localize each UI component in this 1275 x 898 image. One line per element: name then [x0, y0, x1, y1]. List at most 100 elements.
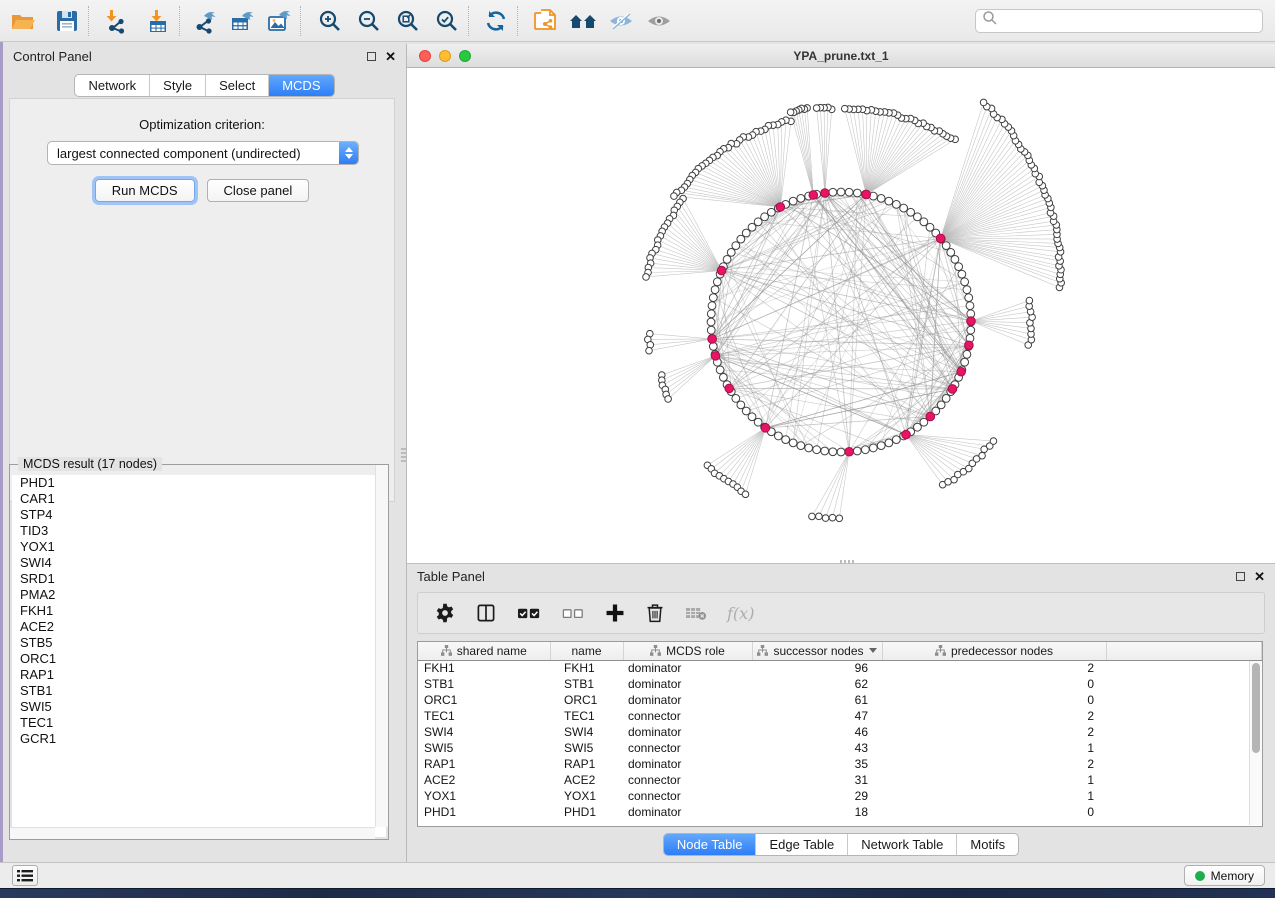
ring-node[interactable] — [719, 373, 727, 381]
export-table-icon[interactable] — [227, 6, 257, 36]
ring-node[interactable] — [963, 350, 971, 358]
mcds-result-item[interactable]: TID3 — [12, 523, 386, 539]
ring-node[interactable] — [716, 366, 724, 374]
dominator-node[interactable] — [936, 234, 945, 243]
cell-shared_name[interactable]: ORC1 — [418, 692, 550, 708]
mcds-result-item[interactable]: SWI5 — [12, 699, 386, 715]
close-panel-icon[interactable]: ✕ — [1254, 570, 1265, 583]
cell-shared_name[interactable]: TEC1 — [418, 708, 550, 724]
dominator-node[interactable] — [776, 203, 785, 212]
dominator-node[interactable] — [862, 190, 871, 199]
ring-node[interactable] — [955, 263, 963, 271]
cell-predecessor_nodes[interactable]: 1 — [882, 772, 1106, 788]
tab-network[interactable]: Network — [75, 75, 149, 96]
cell-successor_nodes[interactable]: 62 — [752, 676, 882, 692]
mcds-result-item[interactable]: STP4 — [12, 507, 386, 523]
ring-node[interactable] — [892, 436, 900, 444]
hide-selected-icon[interactable] — [606, 6, 636, 36]
mcds-list-hscrollbar[interactable] — [10, 827, 375, 839]
cell-mcds_role[interactable]: dominator — [623, 724, 752, 740]
column-header-shared_name[interactable]: shared name — [418, 642, 550, 660]
leaf-node[interactable] — [836, 515, 843, 522]
cell-name[interactable]: YOX1 — [550, 788, 623, 804]
ring-node[interactable] — [877, 442, 885, 450]
dominator-node[interactable] — [809, 191, 818, 200]
column-header-predecessor_nodes[interactable]: predecessor nodes — [882, 642, 1106, 660]
cell-mcds_role[interactable]: dominator — [623, 660, 752, 676]
cell-successor_nodes[interactable]: 47 — [752, 708, 882, 724]
split-columns-icon[interactable] — [475, 602, 497, 624]
mcds-result-item[interactable]: RAP1 — [12, 667, 386, 683]
ring-node[interactable] — [708, 302, 716, 310]
cell-mcds_role[interactable]: dominator — [623, 756, 752, 772]
ring-node[interactable] — [805, 444, 813, 452]
tab-style[interactable]: Style — [149, 75, 205, 96]
cell-mcds_role[interactable]: connector — [623, 772, 752, 788]
cell-name[interactable]: PHD1 — [550, 804, 623, 820]
search-input[interactable] — [998, 11, 1262, 31]
ring-node[interactable] — [837, 448, 845, 456]
window-maximize-icon[interactable] — [459, 50, 471, 62]
cell-mcds_role[interactable]: connector — [623, 708, 752, 724]
dominator-node[interactable] — [926, 412, 935, 421]
ring-node[interactable] — [707, 310, 715, 318]
zoom-in-icon[interactable] — [315, 6, 345, 36]
ring-node[interactable] — [797, 442, 805, 450]
run-mcds-button[interactable]: Run MCDS — [95, 179, 195, 202]
table-vscrollbar-thumb[interactable] — [1252, 663, 1260, 753]
table-row[interactable]: SWI5SWI5connector431 — [418, 740, 1262, 756]
cell-successor_nodes[interactable]: 61 — [752, 692, 882, 708]
float-panel-icon[interactable] — [1236, 572, 1245, 581]
tab-select[interactable]: Select — [205, 75, 268, 96]
cell-name[interactable]: ORC1 — [550, 692, 623, 708]
ring-node[interactable] — [947, 248, 955, 256]
ring-node[interactable] — [861, 446, 869, 454]
cell-predecessor_nodes[interactable]: 2 — [882, 756, 1106, 772]
tab-mcds[interactable]: MCDS — [268, 75, 333, 96]
refresh-view-icon[interactable] — [481, 6, 511, 36]
zoom-fit-icon[interactable] — [393, 6, 423, 36]
import-table-icon[interactable] — [143, 6, 173, 36]
ring-node[interactable] — [829, 188, 837, 196]
cell-shared_name[interactable]: FKH1 — [418, 660, 550, 676]
leaf-node[interactable] — [822, 515, 829, 522]
cell-predecessor_nodes[interactable]: 1 — [882, 788, 1106, 804]
table-row[interactable]: PHD1PHD1dominator180 — [418, 804, 1262, 820]
dominator-node[interactable] — [967, 317, 976, 326]
cell-predecessor_nodes[interactable]: 0 — [882, 804, 1106, 820]
cell-predecessor_nodes[interactable]: 2 — [882, 708, 1106, 724]
optimization-criterion-dropdown[interactable]: largest connected component (undirected) — [47, 141, 359, 165]
cell-shared_name[interactable]: SWI5 — [418, 740, 550, 756]
cell-name[interactable]: STB1 — [550, 676, 623, 692]
mcds-result-item[interactable]: STB5 — [12, 635, 386, 651]
leaf-node[interactable] — [813, 105, 820, 112]
table-row[interactable]: FKH1FKH1dominator962 — [418, 660, 1262, 676]
cell-name[interactable]: SWI5 — [550, 740, 623, 756]
mcds-result-item[interactable]: ORC1 — [12, 651, 386, 667]
ring-node[interactable] — [877, 194, 885, 202]
cell-name[interactable]: ACE2 — [550, 772, 623, 788]
select-all-rows-icon[interactable] — [516, 602, 542, 624]
tab-motifs[interactable]: Motifs — [956, 834, 1018, 855]
cell-predecessor_nodes[interactable]: 0 — [882, 692, 1106, 708]
leaf-node[interactable] — [816, 513, 823, 520]
close-panel-icon[interactable]: ✕ — [385, 50, 396, 63]
ring-node[interactable] — [892, 200, 900, 208]
dominator-node[interactable] — [821, 189, 830, 198]
table-row[interactable]: STB1STB1dominator620 — [418, 676, 1262, 692]
dominator-node[interactable] — [957, 367, 966, 376]
ring-node[interactable] — [961, 358, 969, 366]
leaf-node[interactable] — [671, 193, 678, 200]
mcds-result-item[interactable]: PHD1 — [12, 475, 386, 491]
cell-mcds_role[interactable]: dominator — [623, 676, 752, 692]
cell-name[interactable]: TEC1 — [550, 708, 623, 724]
open-file-icon[interactable] — [8, 6, 38, 36]
mcds-result-item[interactable]: FKH1 — [12, 603, 386, 619]
ring-node[interactable] — [967, 326, 975, 334]
cell-predecessor_nodes[interactable]: 2 — [882, 724, 1106, 740]
mcds-result-item[interactable]: PMA2 — [12, 587, 386, 603]
ring-node[interactable] — [813, 446, 821, 454]
add-column-icon[interactable] — [604, 602, 626, 624]
ring-node[interactable] — [732, 242, 740, 250]
cell-mcds_role[interactable]: dominator — [623, 692, 752, 708]
